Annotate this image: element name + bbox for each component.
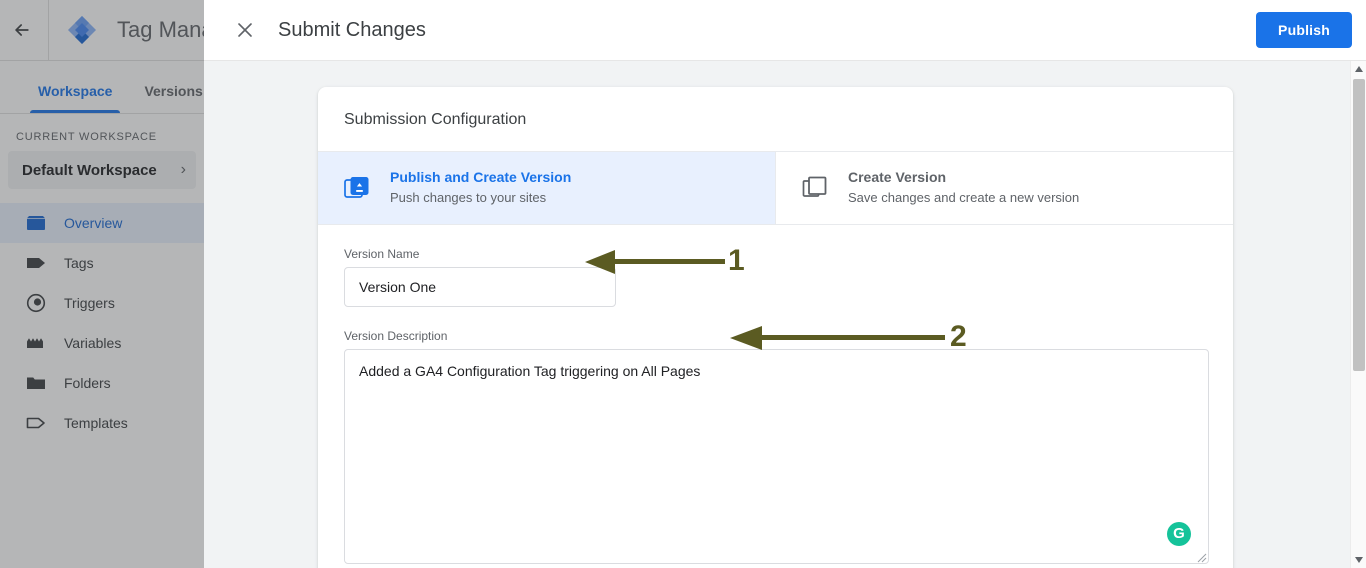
submit-changes-dialog: Submit Changes Publish Submission Config… — [204, 0, 1366, 568]
sidebar-item-label: Triggers — [64, 295, 115, 311]
option-create-version[interactable]: Create Version Save changes and create a… — [775, 152, 1233, 224]
publish-button[interactable]: Publish — [1256, 12, 1352, 48]
top-bar-divider — [48, 0, 49, 61]
scroll-down-arrow-icon[interactable] — [1351, 552, 1366, 568]
close-icon[interactable] — [228, 13, 262, 47]
chevron-right-icon: › — [180, 161, 186, 178]
dialog-body: Submission Configuration Publish and Cre… — [204, 61, 1366, 568]
current-workspace-label: CURRENT WORKSPACE — [16, 131, 157, 143]
dialog-header: Submit Changes Publish — [204, 0, 1366, 61]
option-subtitle: Save changes and create a new version — [848, 189, 1080, 205]
screen-root: Tag Manager Workspace Versions CURRENT W… — [0, 0, 1366, 568]
tag-manager-logo-icon — [65, 13, 99, 47]
sidebar-item-label: Tags — [64, 255, 94, 271]
dialog-scrollbar-thumb[interactable] — [1353, 79, 1365, 371]
sidebar-nav-list: Overview Tags Triggers Variables Folders… — [0, 203, 204, 443]
scroll-up-arrow-icon[interactable] — [1351, 61, 1366, 77]
option-title: Publish and Create Version — [390, 169, 572, 185]
option-text-block: Publish and Create Version Push changes … — [390, 168, 571, 208]
back-arrow-icon[interactable] — [6, 14, 38, 46]
version-name-label: Version Name — [344, 246, 420, 261]
workspace-name: Default Workspace — [22, 161, 157, 179]
sidebar-item-folders[interactable]: Folders — [0, 363, 204, 403]
annotation-number-2: 2 — [950, 320, 967, 353]
create-version-icon — [802, 175, 828, 201]
sidebar-item-label: Overview — [64, 215, 123, 231]
sidebar-item-variables[interactable]: Variables — [0, 323, 204, 363]
card-title: Submission Configuration — [344, 111, 527, 128]
sidebar-item-templates[interactable]: Templates — [0, 403, 204, 443]
publish-version-icon — [344, 175, 370, 201]
trigger-icon — [26, 293, 46, 313]
submission-configuration-card: Submission Configuration Publish and Cre… — [318, 87, 1233, 568]
option-text-block: Create Version Save changes and create a… — [848, 168, 1079, 208]
sidebar-item-label: Folders — [64, 375, 111, 391]
annotation-number-1: 1 — [728, 244, 745, 277]
template-icon — [26, 413, 46, 433]
workspace-selector[interactable]: Default Workspace › — [8, 151, 196, 189]
overview-icon — [26, 213, 46, 233]
sidebar-item-label: Variables — [64, 335, 122, 351]
tab-workspace[interactable]: Workspace — [22, 83, 128, 113]
sidebar-item-triggers[interactable]: Triggers — [0, 283, 204, 323]
sidebar-item-tags[interactable]: Tags — [0, 243, 204, 283]
version-name-input[interactable] — [344, 266, 616, 307]
sidebar-item-label: Templates — [64, 415, 128, 431]
grammarly-icon[interactable]: G — [1167, 521, 1191, 546]
tag-icon — [26, 253, 46, 273]
dialog-scrollbar[interactable] — [1350, 61, 1366, 568]
folder-icon — [26, 373, 46, 393]
version-description-label: Version Description — [344, 328, 448, 343]
sidebar: CURRENT WORKSPACE Default Workspace › Ov… — [0, 114, 204, 568]
sidebar-item-overview[interactable]: Overview — [0, 203, 204, 243]
option-publish-and-create-version[interactable]: Publish and Create Version Push changes … — [318, 152, 775, 224]
variables-icon — [26, 333, 46, 353]
submission-type-options: Publish and Create Version Push changes … — [318, 151, 1233, 225]
version-description-textarea[interactable] — [344, 348, 1209, 564]
version-description-wrapper: G — [344, 348, 1209, 564]
submission-form: Version Name Version Description G — [318, 225, 1233, 568]
option-title: Create Version — [848, 169, 947, 185]
option-subtitle: Push changes to your sites — [390, 189, 547, 205]
dialog-title: Submit Changes — [278, 18, 426, 41]
